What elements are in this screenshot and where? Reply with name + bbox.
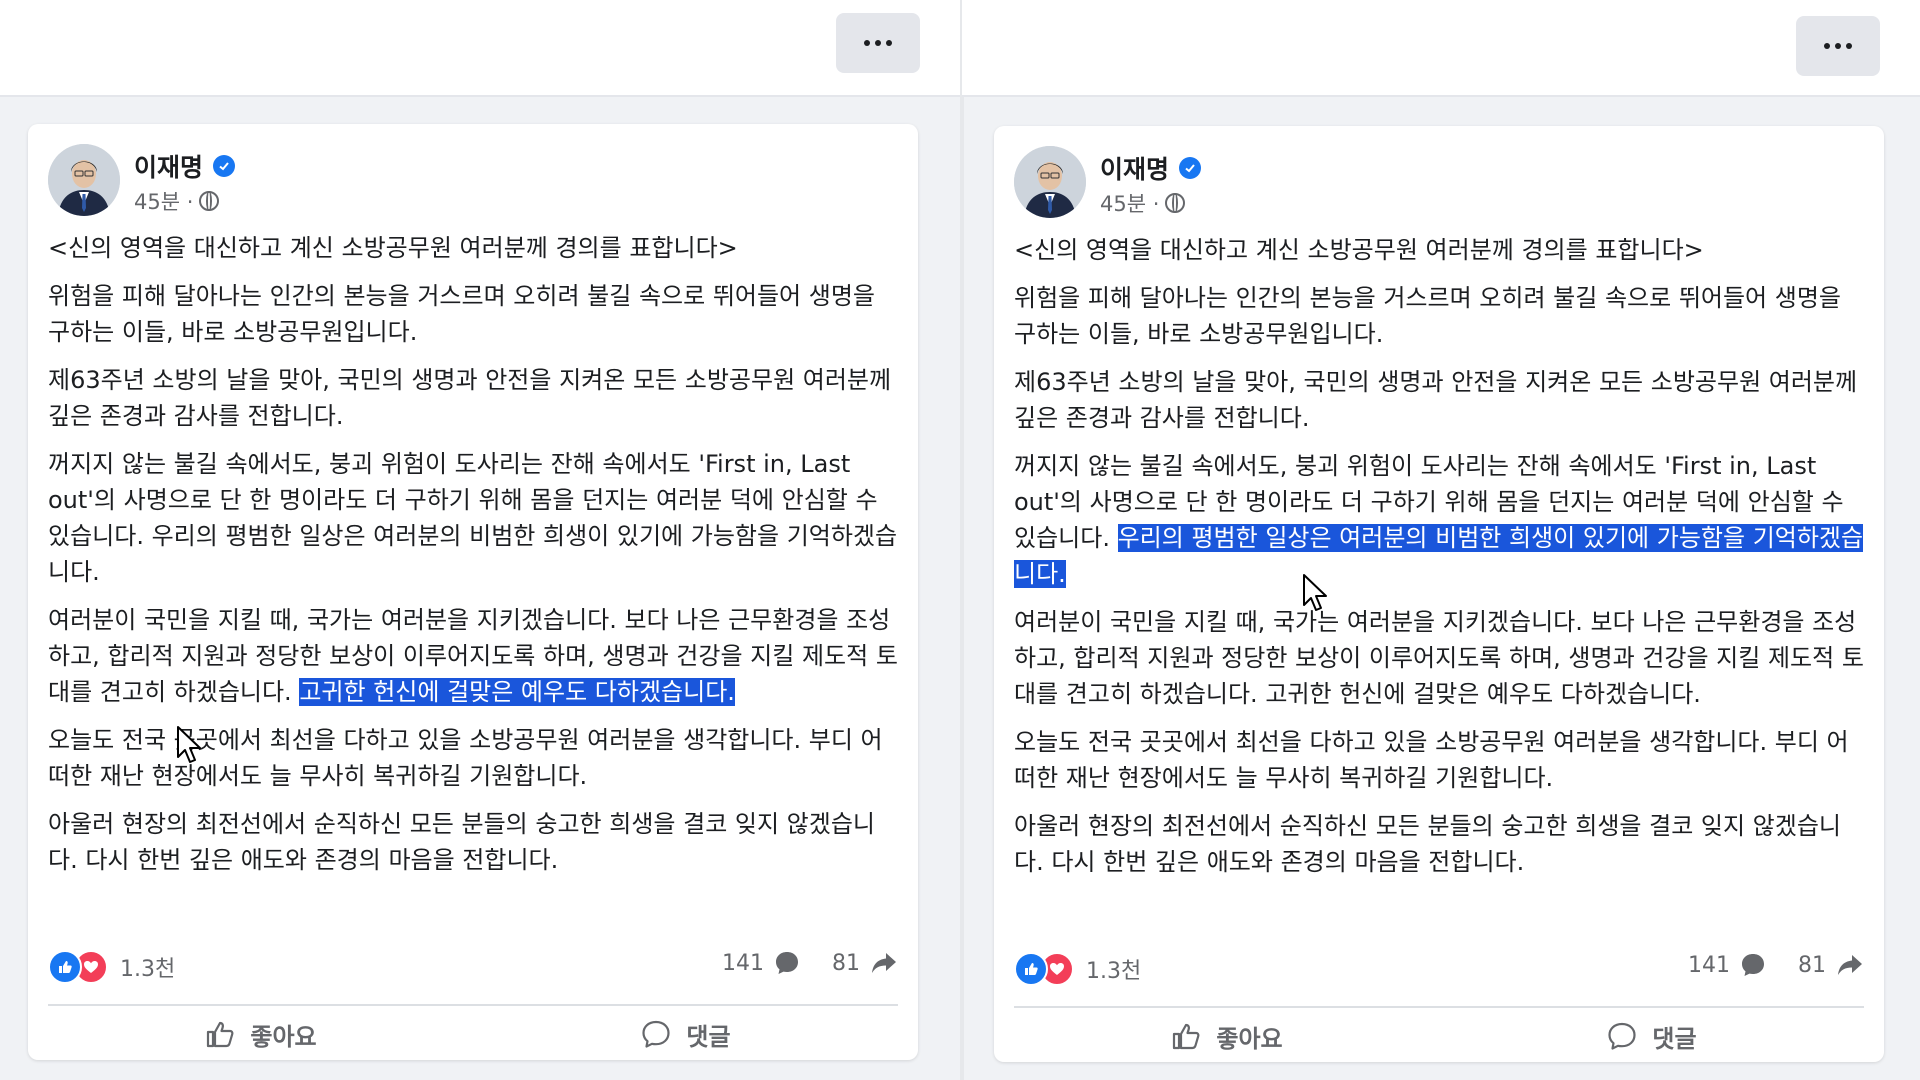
post-header: 이재명 45분 · xyxy=(48,144,888,220)
post-meta: 45분 · xyxy=(1100,188,1186,218)
avatar[interactable] xyxy=(48,144,120,216)
paragraph-6: 아울러 현장의 최전선에서 순직하신 모든 분들의 숭고한 희생을 결코 잊지 … xyxy=(48,810,876,874)
like-button[interactable]: 좋아요 xyxy=(48,1010,473,1058)
author-name[interactable]: 이재명 xyxy=(134,148,203,184)
post-title: <신의 영역을 대신하고 계신 소방공무원 여러분께 경의를 표합니다> xyxy=(48,234,738,262)
selected-text-highlight[interactable]: 우리의 평범한 일상은 여러분의 비범한 희생이 있기에 가능함을 기억하겠습니… xyxy=(1014,524,1864,588)
mouse-pointer-icon xyxy=(1303,574,1327,611)
author-name-row: 이재명 xyxy=(134,148,236,184)
comment-share-counts: 141 81 xyxy=(722,950,898,976)
engagement-stats: 1.3천 141 81 xyxy=(1014,948,1864,988)
share-count[interactable]: 81 xyxy=(832,951,860,976)
comment-count[interactable]: 141 xyxy=(722,951,764,976)
like-label: 좋아요 xyxy=(250,1022,317,1051)
comment-button[interactable]: 댓글 xyxy=(1439,1012,1864,1060)
avatar[interactable] xyxy=(1014,146,1086,218)
comment-label: 댓글 xyxy=(686,1022,731,1051)
like-button[interactable]: 좋아요 xyxy=(1014,1012,1439,1060)
post-card: 이재명 45분 · <신의 영역을 대신하고 계신 소방공무원 여러분께 경의를… xyxy=(994,126,1884,1062)
more-options-button[interactable] xyxy=(1796,16,1880,76)
like-reaction-icon xyxy=(48,950,82,984)
comment-bubble-icon xyxy=(776,952,798,974)
paragraph-6: 아울러 현장의 최전선에서 순직하신 모든 분들의 숭고한 희생을 결코 잊지 … xyxy=(1014,812,1842,876)
post-header: 이재명 45분 · xyxy=(1014,146,1854,222)
comment-button[interactable]: 댓글 xyxy=(473,1010,898,1058)
comment-share-counts: 141 81 xyxy=(1688,952,1864,978)
globe-icon xyxy=(199,191,220,211)
more-dots-icon xyxy=(864,40,892,46)
paragraph-1: 위험을 피해 달아나는 인간의 본능을 거스르며 오히려 불길 속으로 뛰어들어… xyxy=(48,282,876,346)
share-arrow-icon xyxy=(1838,955,1862,975)
share-count[interactable]: 81 xyxy=(1798,953,1826,978)
paragraph-2: 제63주년 소방의 날을 맞아, 국민의 생명과 안전을 지켜온 모든 소방공무… xyxy=(1014,368,1858,432)
post-body: <신의 영역을 대신하고 계신 소방공무원 여러분께 경의를 표합니다> 위험을… xyxy=(1014,232,1864,892)
verified-badge-icon xyxy=(213,155,236,177)
paragraph-4: 여러분이 국민을 지킬 때, 국가는 여러분을 지키겠습니다. 보다 나은 근무… xyxy=(1014,604,1864,712)
post-title: <신의 영역을 대신하고 계신 소방공무원 여러분께 경의를 표합니다> xyxy=(1014,236,1704,264)
comment-bubble-icon xyxy=(1608,1022,1637,1050)
like-label: 좋아요 xyxy=(1216,1024,1283,1053)
thumbs-up-icon xyxy=(1173,1023,1200,1050)
author-name-row: 이재명 xyxy=(1100,150,1202,186)
divider xyxy=(48,1004,898,1006)
more-options-button[interactable] xyxy=(836,13,920,73)
share-arrow-icon xyxy=(872,953,896,973)
divider xyxy=(1014,1006,1864,1008)
post-actions: 좋아요 댓글 xyxy=(1014,1012,1864,1060)
paragraph-5: 오늘도 전국 곳곳에서 최선을 다하고 있을 소방공무원 여러분을 생각합니다.… xyxy=(1014,728,1849,792)
post-meta: 45분 · xyxy=(134,186,220,216)
more-dots-icon xyxy=(1824,43,1852,49)
post-actions: 좋아요 댓글 xyxy=(48,1010,898,1058)
comment-label: 댓글 xyxy=(1652,1024,1697,1053)
comment-bubble-icon xyxy=(1742,954,1764,976)
paragraph-3: 꺼지지 않는 불길 속에서도, 붕괴 위험이 도사리는 잔해 속에서도 'Fir… xyxy=(48,446,898,590)
like-reaction-icon xyxy=(1014,952,1048,986)
paragraph-3-text-end: 우리의 평범한 일상은 여러분의 비범한 희생이 있기에 가능함을 기억하겠습니… xyxy=(48,522,898,586)
reaction-count: 1.3천 xyxy=(120,957,176,982)
right-feed-column: 이재명 45분 · <신의 영역을 대신하고 계신 소방공무원 여러분께 경의를… xyxy=(962,0,1920,1080)
comment-count[interactable]: 141 xyxy=(1688,953,1730,978)
mouse-pointer-icon xyxy=(177,726,201,763)
profile-photo-icon xyxy=(1014,146,1086,218)
reactions-summary[interactable]: 1.3천 xyxy=(48,950,175,984)
paragraph-2: 제63주년 소방의 날을 맞아, 국민의 생명과 안전을 지켜온 모든 소방공무… xyxy=(48,366,892,430)
selected-text-highlight[interactable]: 고귀한 헌신에 걸맞은 예우도 다하겠습니다. xyxy=(299,678,735,706)
reactions-summary[interactable]: 1.3천 xyxy=(1014,952,1141,986)
post-body: <신의 영역을 대신하고 계신 소방공무원 여러분께 경의를 표합니다> 위험을… xyxy=(48,230,898,890)
post-time[interactable]: 45분 · xyxy=(1100,188,1159,218)
paragraph-4: 여러분이 국민을 지킬 때, 국가는 여러분을 지키겠습니다. 보다 나은 근무… xyxy=(48,602,898,710)
comment-bubble-icon xyxy=(642,1020,671,1048)
post-time[interactable]: 45분 · xyxy=(134,186,193,216)
paragraph-4-text-end: 고귀한 헌신에 걸맞은 예우도 다하겠습니다. xyxy=(1265,680,1701,708)
paragraph-1: 위험을 피해 달아나는 인간의 본능을 거스르며 오히려 불길 속으로 뛰어들어… xyxy=(1014,284,1842,348)
profile-photo-icon xyxy=(48,144,120,216)
post-card: 이재명 45분 · <신의 영역을 대신하고 계신 소방공무원 여러분께 경의를… xyxy=(28,124,918,1060)
engagement-stats: 1.3천 141 81 xyxy=(48,946,898,986)
left-feed-column: 이재명 45분 · <신의 영역을 대신하고 계신 소방공무원 여러분께 경의를… xyxy=(0,0,962,1080)
thumbs-up-icon xyxy=(207,1021,234,1048)
top-bar xyxy=(0,0,962,97)
author-name[interactable]: 이재명 xyxy=(1100,150,1169,186)
verified-badge-icon xyxy=(1179,157,1202,179)
globe-icon xyxy=(1165,193,1186,213)
reaction-count: 1.3천 xyxy=(1086,959,1142,984)
paragraph-3: 꺼지지 않는 불길 속에서도, 붕괴 위험이 도사리는 잔해 속에서도 'Fir… xyxy=(1014,448,1864,592)
top-bar xyxy=(962,0,1920,97)
